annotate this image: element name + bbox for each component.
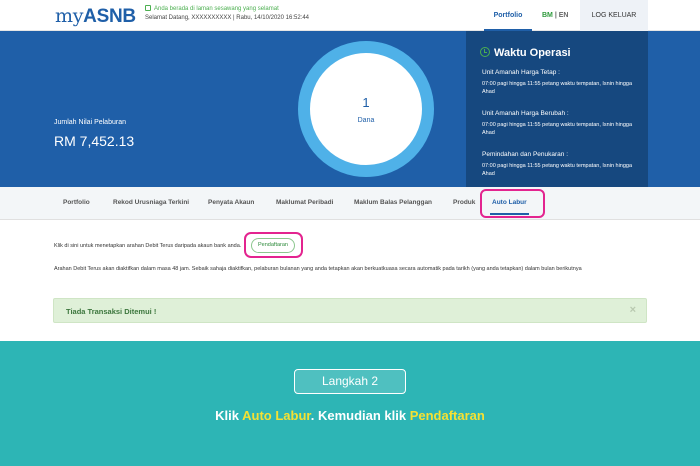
operating-hours-panel: Waktu Operasi Unit Amanah Harga Tetap : … [466,31,648,187]
lang-bm[interactable]: BM [542,12,553,19]
tab-personal-info[interactable]: Maklumat Peribadi [276,199,333,206]
instruction-text: Klik Auto Labur. Kemudian klik Pendaftar… [0,408,700,423]
fund-count-label: Dana [357,117,375,124]
clock-icon [480,47,490,57]
step-badge: Langkah 2 [294,369,406,394]
secure-notice-text: Anda berada di laman sesawang yang selam… [154,6,279,12]
ops-detail-transfer: 07:00 pagi hingga 11:55 petang waktu tem… [482,163,633,177]
ops-heading-transfer: Pemindahan dan Penukaran : [482,151,569,158]
ops-detail-variable: 07:00 pagi hingga 11:55 petang waktu tem… [482,122,633,136]
lang-en[interactable]: EN [559,12,569,19]
language-switch: BM | EN [542,12,569,19]
instruction-part1: Klik [215,408,243,423]
operating-hours-title: Waktu Operasi [480,47,571,59]
logo-prefix: my [55,5,84,27]
highlight-auto-labur [480,189,545,218]
debit-instruction-text: Klik di sini untuk menetapkan arahan Deb… [54,243,242,249]
tab-recent-transactions[interactable]: Rekod Urusniaga Terkini [113,199,189,206]
myasnb-logo[interactable]: myASNB [55,5,136,28]
portfolio-tabs: Portfolio Rekod Urusniaga Terkini Penyat… [0,187,700,220]
fund-count: 1 [362,95,370,110]
secure-notice: Anda berada di laman sesawang yang selam… [145,5,279,12]
total-investment-value: RM 7,452.13 [54,133,135,149]
welcome-text: Selamat Datang, XXXXXXXXXX | Rabu, 14/10… [145,15,310,21]
operating-hours-title-text: Waktu Operasi [494,47,571,59]
instruction-pendaftaran: Pendaftaran [409,408,485,423]
no-transaction-alert: Tiada Transaksi Ditemui ! × [53,298,647,323]
tab-account-statement[interactable]: Penyata Akaun [208,199,254,206]
lock-icon [145,5,151,11]
instruction-part3: . Kemudian klik [310,408,410,423]
logo-main: ASNB [83,6,136,27]
close-icon[interactable]: × [630,304,636,316]
logout-button[interactable]: LOG KELUAR [580,0,648,31]
tab-customer-feedback[interactable]: Maklum Balas Pelanggan [354,199,432,206]
ops-detail-fixed: 07:00 pagi hingga 11:55 petang waktu tem… [482,81,633,95]
instruction-auto-labur: Auto Labur [242,408,311,423]
total-investment-label: Jumlah Nilai Pelaburan [54,119,126,126]
alert-message: Tiada Transaksi Ditemui ! [66,307,157,316]
tab-products[interactable]: Produk [453,199,475,206]
highlight-pendaftaran [244,232,303,258]
fund-count-ring: 1 Dana [298,41,434,177]
instruction-panel: Langkah 2 Klik Auto Labur. Kemudian klik… [0,341,700,466]
ops-heading-variable: Unit Amanah Harga Berubah : [482,110,569,117]
ops-heading-fixed: Unit Amanah Harga Tetap : [482,69,560,76]
lang-separator: | [554,12,557,19]
nav-portfolio[interactable]: Portfolio [484,0,532,31]
top-header: myASNB Anda berada di laman sesawang yan… [0,0,700,31]
activation-note: Arahan Debit Terus akan diaktifkan dalam… [54,266,582,272]
tab-portfolio[interactable]: Portfolio [63,199,90,206]
